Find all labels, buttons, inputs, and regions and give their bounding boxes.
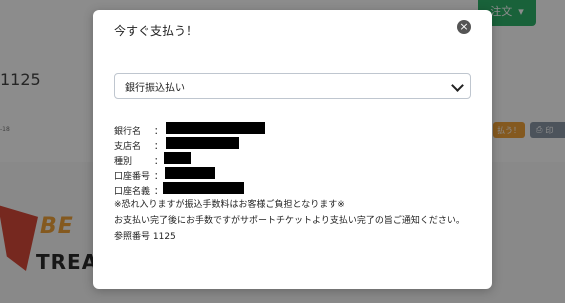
redacted-bank-name <box>166 122 265 134</box>
payment-method-selected: 銀行振込払い <box>125 82 185 94</box>
fee-note: ※恐れ入りますが振込手数料はお客様ご負担となります※ <box>114 200 345 210</box>
chevron-down-icon <box>451 79 464 92</box>
redacted-account-holder <box>163 182 244 194</box>
account-number-colon: ： <box>154 172 164 182</box>
reference-number: 参照番号 1125 <box>114 232 176 242</box>
payment-modal: 今すぐ支払う！ × 銀行振込払い 銀行名 ： 支店名 ： 種別 ： 口座番号 ：… <box>93 10 492 289</box>
payment-method-select[interactable]: 銀行振込払い <box>114 73 471 99</box>
redacted-account-number <box>165 167 215 179</box>
redacted-branch-name <box>166 137 239 149</box>
account-holder-colon: ： <box>154 187 164 197</box>
bank-name-colon: ： <box>154 127 164 137</box>
branch-name-colon: ： <box>154 142 164 152</box>
redacted-account-type <box>164 152 191 164</box>
account-holder-label: 口座名義 <box>114 187 151 197</box>
modal-title: 今すぐ支払う！ <box>114 24 199 38</box>
payment-notes: ※恐れ入りますが振込手数料はお客様ご負担となります※ お支払い完了後にお手数です… <box>114 197 474 245</box>
account-type-colon: ： <box>154 157 164 167</box>
account-number-label: 口座番号 <box>114 172 151 182</box>
close-icon[interactable]: × <box>457 20 471 34</box>
account-type-label: 種別 <box>114 157 133 167</box>
completion-note: お支払い完了後にお手数ですがサポートチケットより支払い完了の旨ご通知ください。 <box>114 216 465 226</box>
branch-name-label: 支店名 <box>114 142 142 152</box>
bank-name-label: 銀行名 <box>114 127 142 137</box>
